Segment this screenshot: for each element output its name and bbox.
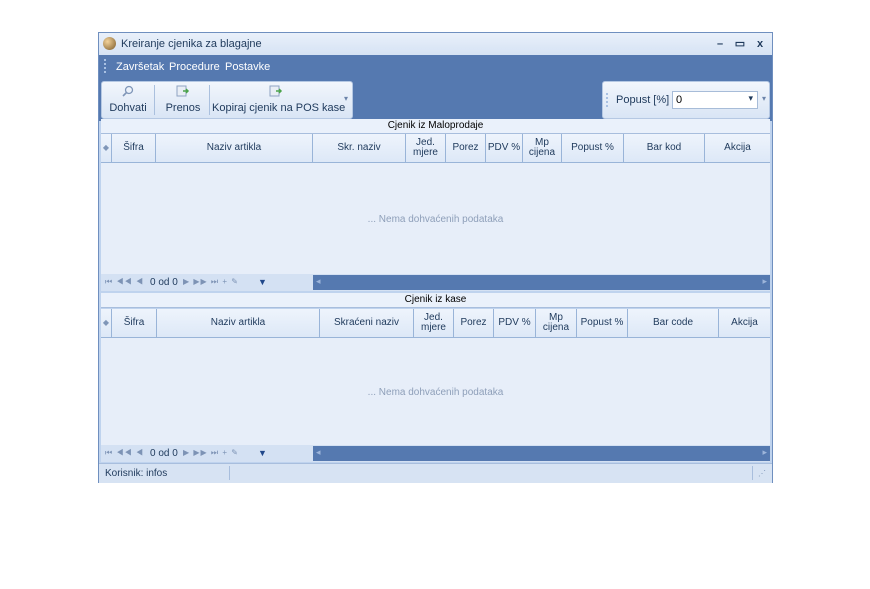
dohvati-button[interactable]: Dohvati xyxy=(104,82,152,118)
col-popust[interactable]: Popust % xyxy=(577,309,628,337)
col-bar-kod[interactable]: Bar kod xyxy=(624,134,705,162)
col-mp-cijena[interactable]: Mp cijena xyxy=(536,309,577,337)
grid1-empty-message: ... Nema dohvaćenih podataka xyxy=(367,214,504,225)
window-title: Kreiranje cjenika za blagajne xyxy=(121,38,262,50)
status-divider xyxy=(229,466,230,480)
grid2-record-count: 0 od 0 xyxy=(150,448,178,459)
app-icon xyxy=(103,37,116,50)
toolbar-separator xyxy=(154,85,155,115)
col-bar-code[interactable]: Bar code xyxy=(628,309,719,337)
minimize-button[interactable]: – xyxy=(712,36,728,52)
copy-icon xyxy=(269,85,283,97)
col-skraceni-naziv[interactable]: Skraćeni naziv xyxy=(320,309,414,337)
grid1-body[interactable]: ... Nema dohvaćenih podataka xyxy=(101,163,770,274)
menu-postavke[interactable]: Postavke xyxy=(225,61,270,73)
toolbar-separator xyxy=(209,85,210,115)
col-porez[interactable]: Porez xyxy=(454,309,494,337)
status-bar: Korisnik: infos ⋰ xyxy=(99,463,772,483)
grid2-body[interactable]: ... Nema dohvaćenih podataka xyxy=(101,338,770,445)
col-porez[interactable]: Porez xyxy=(446,134,486,162)
main-window: Kreiranje cjenika za blagajne – ▭ x Zavr… xyxy=(98,32,773,483)
toolbar: Dohvati Prenos Kopiraj cjenik na POS kas… xyxy=(101,81,353,119)
nav-first-prev-icons[interactable]: ⏮ ◀◀ ◀ xyxy=(105,277,144,287)
nav-next-last-icons[interactable]: ▶ ▶▶ ⏭ + ✎ xyxy=(183,277,239,287)
col-skr-naziv[interactable]: Skr. naziv xyxy=(313,134,406,162)
popust-select[interactable]: 0 ▾ xyxy=(672,91,758,109)
nav-next-last-icons[interactable]: ▶ ▶▶ ⏭ + ✎ xyxy=(183,448,239,458)
col-mp-cijena[interactable]: Mp cijena xyxy=(523,134,562,162)
col-pdv[interactable]: PDV % xyxy=(494,309,536,337)
grid2-header: ◆ Šifra Naziv artikla Skraćeni naziv Jed… xyxy=(101,309,770,338)
col-naziv-artikla[interactable]: Naziv artikla xyxy=(156,134,313,162)
col-sifra[interactable]: Šifra xyxy=(112,134,156,162)
transfer-icon xyxy=(176,85,190,97)
grid1-header: ◆ Šifra Naziv artikla Skr. naziv Jed. mj… xyxy=(101,134,770,163)
toolbar-grip-icon[interactable] xyxy=(606,93,608,109)
filter-icon[interactable]: ▼ xyxy=(258,277,267,287)
magnifier-icon xyxy=(122,85,134,97)
col-popust[interactable]: Popust % xyxy=(562,134,624,162)
col-akcija[interactable]: Akcija xyxy=(719,309,770,337)
scroll-right-icon[interactable]: ▸ xyxy=(762,447,767,458)
toolbar-overflow-button[interactable]: ▾ xyxy=(344,94,348,103)
dohvati-label: Dohvati xyxy=(109,102,147,114)
menu-zavrsetak[interactable]: Završetak xyxy=(116,61,164,73)
kopiraj-cjenik-label: Kopiraj cjenik na POS kase xyxy=(212,102,346,114)
prenos-button[interactable]: Prenos xyxy=(157,82,209,118)
popust-overflow-button[interactable]: ▾ xyxy=(762,94,766,103)
maximize-button[interactable]: ▭ xyxy=(732,36,748,52)
menu-bar: Završetak Procedure Postavke xyxy=(99,55,772,79)
resize-grip-icon[interactable]: ⋰ xyxy=(758,469,766,478)
menu-procedure[interactable]: Procedure xyxy=(169,61,220,73)
menu-grip-icon[interactable] xyxy=(104,59,106,75)
grid2-scrollbar[interactable]: ◂ ▸ xyxy=(313,446,770,461)
close-button[interactable]: x xyxy=(752,36,768,52)
grid1-title: Cjenik iz Maloprodaje xyxy=(101,119,770,134)
popust-value: 0 xyxy=(676,94,683,106)
col-sifra[interactable]: Šifra xyxy=(112,309,157,337)
grid2-navigator: ⏮ ◀◀ ◀ 0 od 0 ▶ ▶▶ ⏭ + ✎ ▼ ◂ ▸ xyxy=(101,445,770,462)
col-pdv[interactable]: PDV % xyxy=(486,134,523,162)
grid2-empty-message: ... Nema dohvaćenih podataka xyxy=(367,387,504,398)
col-jed-mjere[interactable]: Jed. mjere xyxy=(414,309,454,337)
scroll-left-icon[interactable]: ◂ xyxy=(316,447,321,458)
status-divider xyxy=(752,466,753,480)
grid1-record-count: 0 od 0 xyxy=(150,277,178,288)
col-jed-mjere[interactable]: Jed. mjere xyxy=(406,134,446,162)
grid1-scrollbar[interactable]: ◂ ▸ xyxy=(313,275,770,290)
chevron-down-icon[interactable]: ▾ xyxy=(748,93,753,104)
filter-icon[interactable]: ▼ xyxy=(258,448,267,458)
row-indicator-icon[interactable]: ◆ xyxy=(101,309,112,337)
grid2-title: Cjenik iz kase xyxy=(101,293,770,308)
popust-toolbar: Popust [%] 0 ▾ ▾ xyxy=(602,81,770,119)
scroll-right-icon[interactable]: ▸ xyxy=(762,276,767,287)
title-bar[interactable]: Kreiranje cjenika za blagajne – ▭ x xyxy=(99,33,772,55)
popust-label: Popust [%] xyxy=(616,94,670,106)
row-indicator-icon[interactable]: ◆ xyxy=(101,134,112,162)
kopiraj-cjenik-button[interactable]: Kopiraj cjenik na POS kase xyxy=(212,82,346,118)
grid1-navigator: ⏮ ◀◀ ◀ 0 od 0 ▶ ▶▶ ⏭ + ✎ ▼ ◂ ▸ xyxy=(101,274,770,291)
nav-first-prev-icons[interactable]: ⏮ ◀◀ ◀ xyxy=(105,448,144,458)
col-naziv-artikla[interactable]: Naziv artikla xyxy=(157,309,320,337)
toolbar-band: Dohvati Prenos Kopiraj cjenik na POS kas… xyxy=(99,79,772,121)
scroll-left-icon[interactable]: ◂ xyxy=(316,276,321,287)
col-akcija[interactable]: Akcija xyxy=(705,134,770,162)
status-user: Korisnik: infos xyxy=(105,468,168,479)
prenos-label: Prenos xyxy=(165,102,201,114)
